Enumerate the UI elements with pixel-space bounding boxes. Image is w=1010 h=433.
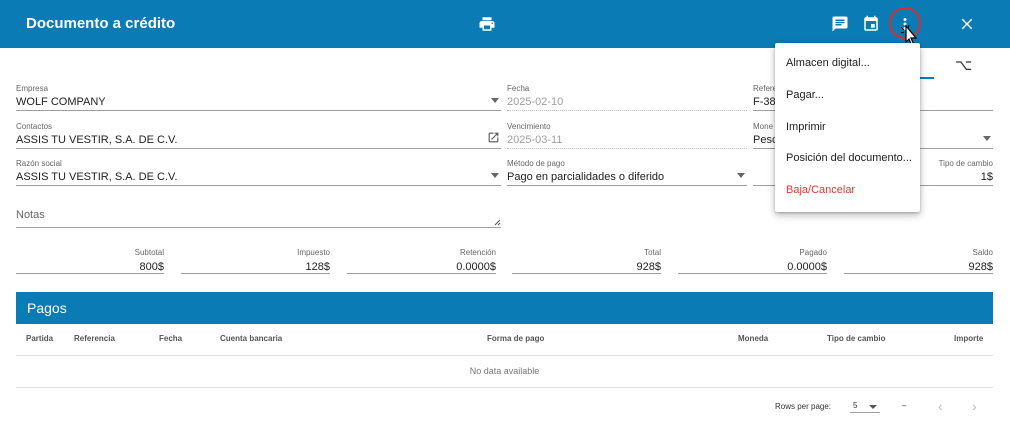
empresa-field[interactable]: Empresa WOLF COMPANY bbox=[16, 84, 501, 111]
razon-social-label: Razón social bbox=[16, 159, 62, 168]
contactos-label: Contactos bbox=[16, 122, 53, 131]
calendar-icon bbox=[864, 15, 878, 31]
column-header-tipo-de-cambio[interactable]: Tipo de cambio bbox=[827, 334, 886, 343]
fecha-field: Fecha 2025-02-10 bbox=[507, 84, 747, 111]
chevron-down-icon[interactable] bbox=[983, 136, 991, 141]
table-pagination: Rows per page: 5 – ‹ › bbox=[16, 396, 993, 420]
rows-per-page-value: 5 bbox=[853, 401, 858, 410]
moneda-value: Pesc bbox=[753, 134, 778, 146]
column-header-fecha[interactable]: Fecha bbox=[159, 334, 182, 343]
metodo-pago-label: Método de pago bbox=[507, 159, 565, 168]
menu-item-pagar[interactable]: Pagar... bbox=[775, 80, 920, 110]
menu-item-imprimir[interactable]: Imprimir bbox=[775, 112, 920, 142]
subtotal-field: Subtotal 800$ bbox=[16, 248, 164, 274]
prev-page-button[interactable]: ‹ bbox=[938, 398, 943, 414]
pagos-table-header: Partida Referencia Fecha Cuenta bancaria… bbox=[16, 324, 993, 356]
retencion-value: 0.0000$ bbox=[456, 261, 496, 273]
fecha-value: 2025-02-10 bbox=[507, 96, 564, 108]
calendar-button[interactable] bbox=[860, 13, 882, 35]
saldo-field: Saldo 928$ bbox=[844, 248, 993, 274]
menu-item-posicion-documento[interactable]: Posición del documento... bbox=[775, 143, 920, 173]
pagos-header: Pagos bbox=[16, 292, 993, 324]
rows-per-page-label: Rows per page: bbox=[775, 402, 832, 411]
column-header-partida[interactable]: Partida bbox=[26, 334, 53, 343]
rows-per-page-select[interactable]: 5 bbox=[850, 399, 880, 413]
referencia-value: F-38 bbox=[753, 96, 776, 108]
subtotal-label: Subtotal bbox=[134, 248, 164, 257]
column-header-importe[interactable]: Importe bbox=[954, 334, 983, 343]
tab-alt-icon[interactable]: ⌥ bbox=[955, 56, 973, 74]
comment-icon bbox=[832, 16, 848, 32]
column-header-moneda[interactable]: Moneda bbox=[738, 334, 768, 343]
metodo-pago-field[interactable]: Método de pago Pago en parcialidades o d… bbox=[507, 159, 747, 186]
fecha-label: Fecha bbox=[507, 84, 530, 93]
retencion-label: Retención bbox=[459, 248, 496, 257]
pagado-value: 0.0000$ bbox=[787, 261, 827, 273]
retencion-field: Retención 0.0000$ bbox=[347, 248, 496, 274]
menu-item-almacen-digital[interactable]: Almacen digital... bbox=[775, 48, 920, 78]
saldo-value: 928$ bbox=[968, 261, 993, 273]
total-value: 928$ bbox=[636, 261, 661, 273]
pagos-title: Pagos bbox=[27, 300, 67, 316]
total-label: Total bbox=[644, 248, 661, 257]
contactos-value: ASSIS TU VESTIR, S.A. DE C.V. bbox=[16, 134, 178, 146]
chevron-down-icon[interactable] bbox=[491, 98, 499, 103]
razon-social-value: ASSIS TU VESTIR, S.A. DE C.V. bbox=[16, 171, 178, 183]
chevron-down-icon bbox=[869, 405, 877, 409]
comments-button[interactable] bbox=[829, 13, 851, 35]
page-title: Documento a crédito bbox=[26, 15, 176, 32]
pagado-field: Pagado 0.0000$ bbox=[678, 248, 827, 274]
printer-icon bbox=[479, 17, 495, 31]
menu-item-baja-cancelar[interactable]: Baja/Cancelar bbox=[775, 175, 920, 205]
empty-table-message: No data available bbox=[16, 356, 993, 388]
contactos-field[interactable]: Contactos ASSIS TU VESTIR, S.A. DE C.V. bbox=[16, 122, 501, 149]
chevron-down-icon[interactable] bbox=[491, 173, 499, 178]
vencimiento-label: Vencimiento bbox=[507, 122, 551, 131]
app-header: Documento a crédito bbox=[0, 0, 1010, 48]
resize-handle-icon[interactable] bbox=[494, 219, 501, 226]
subtotal-value: 800$ bbox=[139, 261, 164, 273]
total-field: Total 928$ bbox=[512, 248, 661, 274]
column-header-cuenta-bancaria[interactable]: Cuenta bancaria bbox=[220, 334, 282, 343]
close-button[interactable] bbox=[956, 13, 978, 35]
vencimiento-field: Vencimiento 2025-03-11 bbox=[507, 122, 747, 149]
column-header-forma-de-pago[interactable]: Forma de pago bbox=[487, 334, 544, 343]
referencia-label: Refere bbox=[753, 84, 778, 93]
open-external-icon[interactable] bbox=[487, 131, 500, 144]
moneda-label: Mone bbox=[753, 122, 774, 131]
impuesto-field: Impuesto 128$ bbox=[181, 248, 330, 274]
impuesto-value: 128$ bbox=[305, 261, 330, 273]
chevron-down-icon[interactable] bbox=[737, 173, 745, 178]
empresa-value: WOLF COMPANY bbox=[16, 96, 106, 108]
empresa-label: Empresa bbox=[16, 84, 49, 93]
impuesto-label: Impuesto bbox=[297, 248, 330, 257]
razon-social-field[interactable]: Razón social ASSIS TU VESTIR, S.A. DE C.… bbox=[16, 159, 501, 186]
vencimiento-value: 2025-03-11 bbox=[507, 134, 563, 146]
print-button[interactable] bbox=[476, 13, 498, 35]
notas-placeholder: Notas bbox=[16, 209, 45, 221]
metodo-pago-value: Pago en parcialidades o diferido bbox=[507, 171, 665, 183]
saldo-label: Saldo bbox=[972, 248, 993, 257]
notas-textarea[interactable]: Notas bbox=[16, 205, 501, 228]
column-header-referencia[interactable]: Referencia bbox=[74, 334, 115, 343]
page-range-text: – bbox=[902, 401, 907, 410]
next-page-button[interactable]: › bbox=[972, 398, 977, 414]
close-icon bbox=[961, 18, 973, 30]
more-options-menu: Almacen digital... Pagar... Imprimir Pos… bbox=[775, 43, 920, 212]
pagado-label: Pagado bbox=[799, 248, 827, 257]
